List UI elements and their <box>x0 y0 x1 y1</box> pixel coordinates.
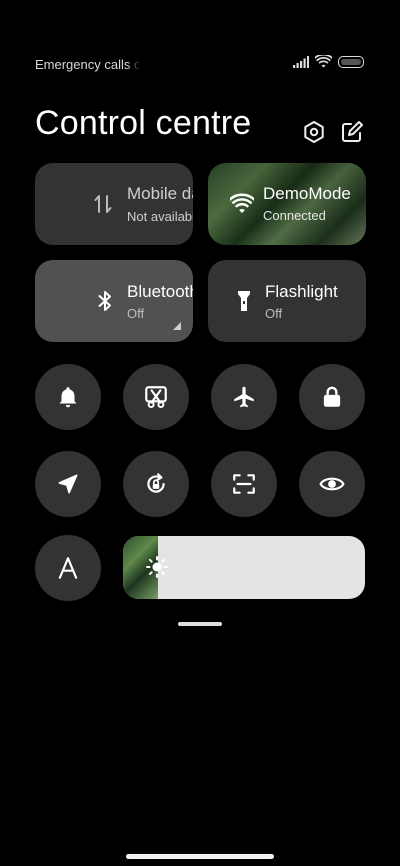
notifications-toggle[interactable] <box>35 364 101 430</box>
wifi-status: Connected <box>263 208 326 223</box>
location-toggle[interactable] <box>35 451 101 517</box>
bluetooth-tile[interactable]: Bluetooth Off <box>35 260 193 342</box>
auto-rotate-toggle[interactable] <box>123 451 189 517</box>
battery-icon <box>338 55 364 68</box>
auto-brightness-toggle[interactable] <box>35 535 101 601</box>
airplane-mode-icon <box>234 386 254 408</box>
brightness-slider[interactable] <box>123 536 365 599</box>
location-icon <box>58 474 78 494</box>
panel-drag-handle[interactable] <box>178 622 222 626</box>
reading-mode-toggle[interactable] <box>299 451 365 517</box>
status-bar: Emergency calls only <box>0 0 400 72</box>
airplane-mode-toggle[interactable] <box>211 364 277 430</box>
signal-icon <box>293 55 309 68</box>
status-icons <box>293 55 364 68</box>
notifications-bell-icon <box>59 387 77 408</box>
mobile-data-tile[interactable]: Mobile data Not available <box>35 163 193 245</box>
page-title: Control centre <box>35 104 252 142</box>
lock-screen-icon <box>323 386 341 407</box>
expand-corner-icon[interactable] <box>173 322 181 330</box>
scanner-icon <box>233 474 255 494</box>
auto-rotate-icon <box>147 473 165 493</box>
wifi-icon <box>315 55 332 68</box>
bluetooth-icon <box>98 291 111 311</box>
auto-brightness-a-icon <box>58 557 78 579</box>
bluetooth-title: Bluetooth <box>127 282 193 301</box>
reading-mode-eye-icon <box>319 477 345 491</box>
flashlight-icon <box>238 291 250 311</box>
mobile-data-subtitle: Not available <box>127 209 193 224</box>
mobile-data-title: Mobile data <box>127 184 193 203</box>
wifi-tile[interactable]: DemoMode Connected <box>208 163 366 245</box>
flashlight-status: Off <box>265 306 283 321</box>
lock-screen-toggle[interactable] <box>299 364 365 430</box>
settings-icon[interactable] <box>302 120 326 144</box>
screenshot-toggle[interactable] <box>123 364 189 430</box>
scanner-toggle[interactable] <box>211 451 277 517</box>
edit-icon[interactable] <box>340 120 364 144</box>
wifi-icon <box>230 193 254 213</box>
flashlight-title: Flashlight <box>265 282 338 301</box>
brightness-sun-icon <box>146 556 168 578</box>
carrier-status-text: Emergency calls only <box>35 57 140 72</box>
gesture-navigation-bar[interactable] <box>126 854 274 859</box>
wifi-network-name: DemoMode <box>263 184 351 203</box>
mobile-data-icon <box>94 195 112 213</box>
bluetooth-status: Off <box>127 306 145 321</box>
screenshot-scissors-icon <box>145 386 167 409</box>
flashlight-tile[interactable]: Flashlight Off <box>208 260 366 342</box>
